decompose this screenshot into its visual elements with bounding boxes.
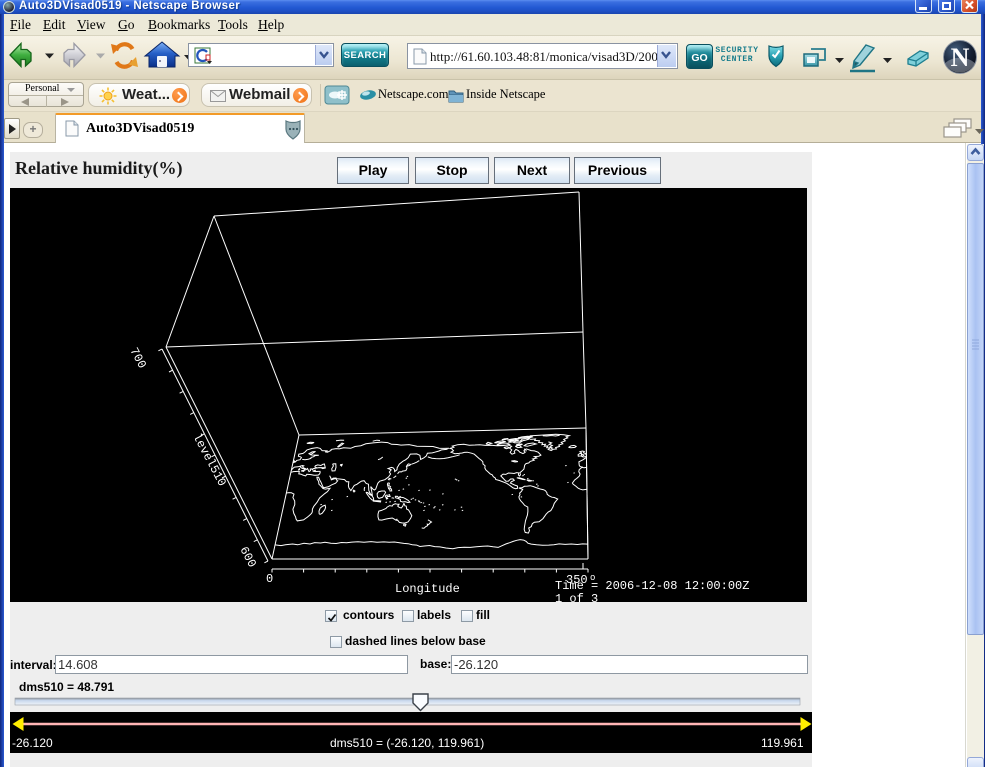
svg-text:1 of 3: 1 of 3 (555, 592, 598, 602)
svg-text:0: 0 (266, 572, 273, 586)
svg-text:N: N (951, 43, 970, 72)
svg-text:Time = 2006-12-08 12:00:00Z: Time = 2006-12-08 12:00:00Z (555, 579, 749, 593)
svg-text:Longitude: Longitude (395, 582, 460, 596)
